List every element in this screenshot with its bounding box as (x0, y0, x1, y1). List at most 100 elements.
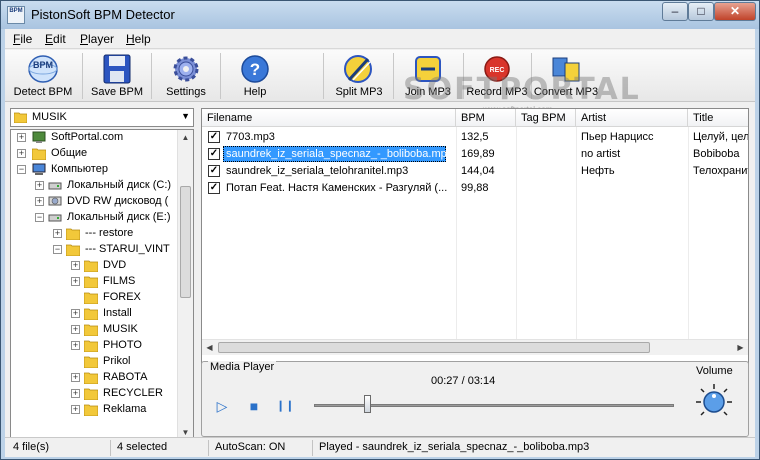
column-header-title[interactable]: Title (688, 109, 748, 127)
expand-icon[interactable]: + (71, 277, 80, 286)
close-button[interactable]: ✕ (714, 2, 756, 21)
save-bpm-button[interactable]: Save BPM (85, 51, 149, 101)
status-selected-count: 4 selected (113, 440, 209, 456)
settings-button[interactable]: Settings (154, 51, 218, 101)
toolbar: BPM Detect BPM Save BPM Settings ? Help … (5, 50, 755, 114)
scroll-up-icon[interactable]: ▲ (178, 130, 193, 145)
row-checkbox[interactable]: ✓ (208, 165, 220, 177)
svg-text:?: ? (250, 60, 260, 79)
folder-icon (66, 228, 80, 240)
expand-icon[interactable]: + (35, 197, 44, 206)
cell-bpm: 169,89 (461, 148, 495, 160)
menu-player[interactable]: Player (80, 32, 114, 46)
minimize-button[interactable]: – (662, 2, 688, 21)
tree-item[interactable]: + MUSIK (11, 322, 181, 338)
expand-icon[interactable]: + (71, 309, 80, 318)
tree-item[interactable]: − Локальный диск (E:) (11, 210, 181, 226)
tree-item[interactable]: + Reklama (11, 402, 181, 418)
expand-icon[interactable]: + (53, 229, 62, 238)
menu-file[interactable]: File (13, 32, 32, 46)
column-header-artist[interactable]: Artist (576, 109, 688, 127)
table-row[interactable]: ✓ 7703.mp3 132,5 Пьер Нарцисс Целуй, цел… (202, 129, 748, 146)
computer-icon (32, 163, 46, 175)
menu-edit[interactable]: Edit (45, 32, 66, 46)
chevron-down-icon[interactable]: ▼ (181, 111, 190, 121)
tree-item[interactable]: + FILMS (11, 274, 181, 290)
cell-title: Bobiboba (693, 148, 740, 160)
column-header-tag-bpm[interactable]: Tag BPM (516, 109, 576, 127)
detect-bpm-button[interactable]: BPM Detect BPM (7, 51, 79, 101)
tree-item[interactable]: FOREX (11, 290, 181, 306)
cell-filename: saundrek_iz_seriala_telohranitel.mp3 (226, 165, 409, 177)
tree-item[interactable]: + RECYCLER (11, 386, 181, 402)
expand-icon[interactable]: + (71, 389, 80, 398)
expand-icon[interactable]: + (35, 181, 44, 190)
media-player-title: Media Player (208, 361, 277, 373)
media-player-panel: Media Player 00:27 / 03:14 ▷ ■ ❙❙ Volume (201, 361, 749, 437)
settings-label: Settings (166, 86, 206, 98)
folder-icon (84, 404, 98, 416)
folder-icon (84, 372, 98, 384)
split-mp3-button[interactable]: Split MP3 (327, 51, 391, 101)
list-horizontal-scrollbar[interactable]: ◀ ▶ (202, 339, 748, 355)
cell-artist: Нефть (581, 165, 615, 177)
seek-slider-thumb[interactable] (364, 395, 372, 413)
expand-icon[interactable]: + (71, 373, 80, 382)
expand-icon[interactable]: + (17, 133, 26, 142)
tree-item[interactable]: + --- restore (11, 226, 181, 242)
watermark: SOFTPORTAL (403, 72, 641, 107)
play-icon[interactable]: ▷ (214, 398, 230, 414)
table-row[interactable]: ✓ saundrek_iz_seriala_telohranitel.mp3 1… (202, 163, 748, 180)
scroll-left-icon[interactable]: ◀ (202, 340, 217, 355)
tree-item[interactable]: + SoftPortal.com (11, 130, 181, 146)
scroll-thumb[interactable] (180, 186, 191, 298)
tree-item[interactable]: + Install (11, 306, 181, 322)
tree-item-label: Локальный диск (C:) (67, 179, 172, 191)
expand-icon[interactable]: + (71, 405, 80, 414)
expand-icon[interactable]: + (71, 325, 80, 334)
expand-icon[interactable]: + (17, 149, 26, 158)
tree-item-label: RECYCLER (103, 387, 163, 399)
menu-bar: File Edit Player Help (5, 29, 755, 49)
collapse-icon[interactable]: − (35, 213, 44, 222)
collapse-icon[interactable]: − (17, 165, 26, 174)
row-checkbox[interactable]: ✓ (208, 182, 220, 194)
folder-icon (84, 292, 98, 304)
folder-icon (84, 340, 98, 352)
scroll-thumb[interactable] (218, 342, 650, 353)
tree-scrollbar[interactable]: ▲ ▼ (177, 130, 193, 440)
table-row[interactable]: ✓ saundrek_iz_seriala_specnaz_-_boliboba… (202, 146, 748, 163)
expand-icon[interactable]: + (71, 261, 80, 270)
bpm-globe-icon: BPM (28, 55, 58, 83)
table-row[interactable]: ✓ Потап Feat. Настя Каменских - Разгуляй… (202, 180, 748, 197)
help-button[interactable]: ? Help (223, 51, 287, 101)
stop-icon[interactable]: ■ (246, 398, 262, 414)
menu-help[interactable]: Help (126, 32, 151, 46)
folder-combo[interactable]: MUSIK ▼ (10, 108, 194, 127)
collapse-icon[interactable]: − (53, 245, 62, 254)
volume-knob-icon[interactable] (694, 382, 734, 422)
tree-item[interactable]: + RABOTA (11, 370, 181, 386)
tree-item[interactable]: + DVD RW дисковод ( (11, 194, 181, 210)
pause-icon[interactable]: ❙❙ (276, 398, 294, 414)
column-header-bpm[interactable]: BPM (456, 109, 516, 127)
expand-icon[interactable]: + (71, 341, 80, 350)
playback-time: 00:27 / 03:14 (431, 375, 496, 387)
cell-bpm: 99,88 (461, 182, 489, 194)
column-header-filename[interactable]: Filename (202, 109, 456, 127)
tree-item[interactable]: + PHOTO (11, 338, 181, 354)
maximize-button[interactable]: □ (688, 2, 714, 21)
tree-item[interactable]: Prikol (11, 354, 181, 370)
title-bar[interactable]: BPM PistonSoft BPM Detector – □ ✕ (1, 1, 759, 29)
scroll-right-icon[interactable]: ▶ (733, 340, 748, 355)
tree-item[interactable]: − --- STARUI_VINT (11, 242, 181, 258)
tree-item-label: PHOTO (103, 339, 142, 351)
row-checkbox[interactable]: ✓ (208, 148, 220, 160)
file-list: Filename BPM Tag BPM Artist Title ✓ 7703… (201, 108, 749, 384)
tree-item[interactable]: + Локальный диск (C:) (11, 178, 181, 194)
tree-item[interactable]: − Компьютер (11, 162, 181, 178)
row-checkbox[interactable]: ✓ (208, 131, 220, 143)
folder-icon (84, 388, 98, 400)
tree-item[interactable]: + DVD (11, 258, 181, 274)
tree-item[interactable]: + Общие (11, 146, 181, 162)
